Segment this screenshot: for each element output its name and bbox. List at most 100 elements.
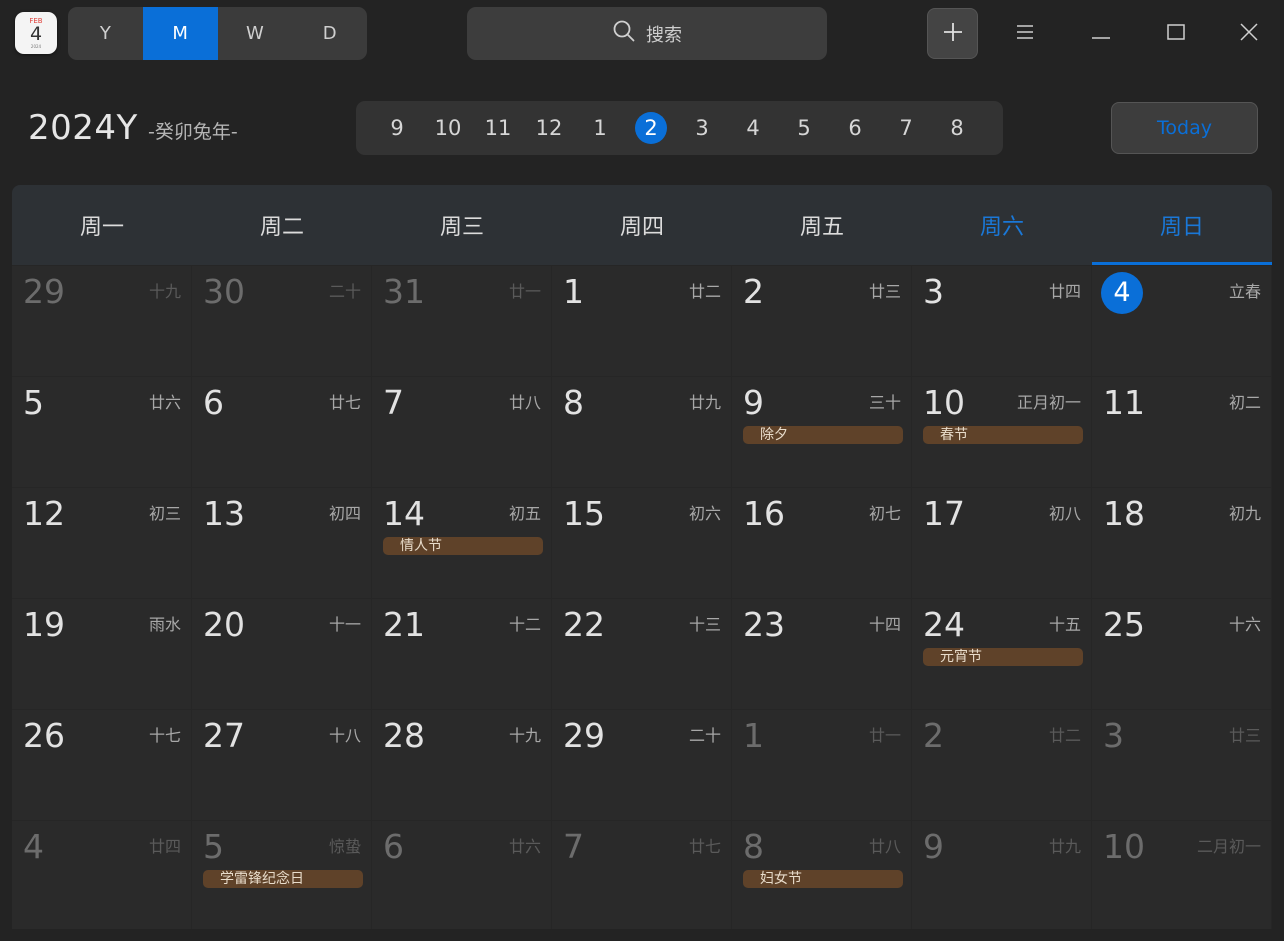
day-cell[interactable]: 29 二十 xyxy=(552,710,731,820)
search-icon xyxy=(612,19,636,48)
day-cell[interactable]: 9 廿九 xyxy=(912,821,1091,929)
lunar-date: 初九 xyxy=(1228,504,1261,523)
close-icon xyxy=(1240,23,1258,45)
month-item-4[interactable]: 4 xyxy=(737,112,769,144)
day-cell[interactable]: 30 二十 xyxy=(192,266,371,376)
day-cell[interactable]: 3 廿四 xyxy=(912,266,1091,376)
day-cell[interactable]: 10 二月初一 xyxy=(1092,821,1271,929)
day-cell[interactable]: 13 初四 xyxy=(192,488,371,598)
month-item-2[interactable]: 2 xyxy=(635,112,667,144)
day-number: 21 xyxy=(383,605,425,644)
day-cell[interactable]: 19 雨水 xyxy=(12,599,191,709)
lunar-date: 二十 xyxy=(688,726,721,745)
view-button-m[interactable]: M xyxy=(142,7,218,60)
calendar-app-icon: FEB 4 2024 xyxy=(15,12,57,54)
month-item-10[interactable]: 10 xyxy=(432,112,464,144)
today-button[interactable]: Today xyxy=(1111,102,1258,154)
month-calendar-grid: 周一 周二 周三 周四 周五 周六 周日 29 十九 30 二十 31 廿一 1 廿二 2 廿三 3 廿四 4 立春 5… xyxy=(12,185,1272,929)
day-cell[interactable]: 7 廿七 xyxy=(552,821,731,929)
day-cell[interactable]: 22 十三 xyxy=(552,599,731,709)
day-cell[interactable]: 11 初二 xyxy=(1092,377,1271,487)
month-item-8[interactable]: 8 xyxy=(941,112,973,144)
day-cell[interactable]: 21 十二 xyxy=(372,599,551,709)
day-cell[interactable]: 9 三十 除夕 xyxy=(732,377,911,487)
day-cell[interactable]: 16 初七 xyxy=(732,488,911,598)
day-cell[interactable]: 31 廿一 xyxy=(372,266,551,376)
day-cell[interactable]: 14 初五情人节 xyxy=(372,488,551,598)
day-cell[interactable]: 15 初六 xyxy=(552,488,731,598)
day-cell[interactable]: 5 廿六 xyxy=(12,377,191,487)
day-cell[interactable]: 2 廿二 xyxy=(912,710,1091,820)
day-cell[interactable]: 4 廿四 xyxy=(12,821,191,929)
lunar-date: 廿一 xyxy=(868,726,901,745)
festival-event[interactable]: 妇女节 xyxy=(743,870,903,888)
day-cell[interactable]: 17 初八 xyxy=(912,488,1091,598)
day-cell[interactable]: 25 十六 xyxy=(1092,599,1271,709)
month-item-12[interactable]: 12 xyxy=(533,112,565,144)
day-cell[interactable]: 8 廿九 xyxy=(552,377,731,487)
day-cell[interactable]: 8 廿八 妇女节 xyxy=(732,821,911,929)
day-cell[interactable]: 1 廿一 xyxy=(732,710,911,820)
day-cell[interactable]: 26 十七 xyxy=(12,710,191,820)
menu-button[interactable] xyxy=(1005,14,1045,54)
day-cell[interactable]: 4 立春 xyxy=(1092,266,1271,376)
lunar-date: 初五 xyxy=(508,504,541,523)
search-box[interactable]: 搜索 xyxy=(467,7,827,60)
view-button-w[interactable]: W xyxy=(218,7,293,60)
day-cell[interactable]: 6 廿六 xyxy=(372,821,551,929)
festival-event[interactable]: 学雷锋纪念日 xyxy=(203,870,363,888)
maximize-button[interactable] xyxy=(1156,14,1196,54)
lunar-date: 初二 xyxy=(1228,393,1261,412)
add-event-button[interactable] xyxy=(927,8,978,59)
day-number: 13 xyxy=(203,494,245,533)
month-item-5[interactable]: 5 xyxy=(788,112,820,144)
day-number: 29 xyxy=(563,716,605,755)
close-button[interactable] xyxy=(1229,14,1269,54)
day-number: 30 xyxy=(203,272,245,311)
day-cell[interactable]: 1 廿二 xyxy=(552,266,731,376)
month-item-1[interactable]: 1 xyxy=(584,112,616,144)
day-cell[interactable]: 23 十四 xyxy=(732,599,911,709)
weekday-header: 周一 周二 周三 周四 周五 周六 周日 xyxy=(12,185,1272,265)
lunar-date: 初四 xyxy=(328,504,361,523)
app-icon-day: 4 xyxy=(29,23,43,45)
day-number: 12 xyxy=(23,494,65,533)
day-cell[interactable]: 27 十八 xyxy=(192,710,371,820)
day-cell[interactable]: 3 廿三 xyxy=(1092,710,1271,820)
day-cell[interactable]: 12 初三 xyxy=(12,488,191,598)
maximize-icon xyxy=(1167,24,1185,44)
weekday-label: 周四 xyxy=(619,215,664,240)
minimize-button[interactable] xyxy=(1081,14,1121,54)
lunar-date: 十九 xyxy=(508,726,541,745)
day-cell[interactable]: 2 廿三 xyxy=(732,266,911,376)
lunar-date: 廿八 xyxy=(868,837,901,856)
lunar-date: 廿七 xyxy=(328,393,361,412)
month-item-11[interactable]: 11 xyxy=(482,112,514,144)
lunar-date: 二月初一 xyxy=(1196,837,1261,856)
day-cell[interactable]: 5 惊蛰 学雷锋纪念日 xyxy=(192,821,371,929)
view-button-d[interactable]: D xyxy=(292,7,367,60)
festival-event[interactable]: 春节 xyxy=(923,426,1083,444)
day-cell[interactable]: 10 正月初一 春节 xyxy=(912,377,1091,487)
festival-event[interactable]: 除夕 xyxy=(743,426,903,444)
day-cell[interactable]: 24 十五 元宵节 xyxy=(912,599,1091,709)
view-button-y[interactable]: Y xyxy=(68,7,143,60)
festival-event[interactable]: 情人节 xyxy=(383,537,543,555)
weekday-label: 周日 xyxy=(1159,215,1204,240)
month-item-6[interactable]: 6 xyxy=(839,112,871,144)
day-cell[interactable]: 29 十九 xyxy=(12,266,191,376)
festival-event[interactable]: 元宵节 xyxy=(923,648,1083,666)
month-item-3[interactable]: 3 xyxy=(686,112,718,144)
day-cell[interactable]: 6 廿七 xyxy=(192,377,371,487)
month-item-7[interactable]: 7 xyxy=(890,112,922,144)
weekday-label: 周六 xyxy=(979,215,1024,240)
day-cell[interactable]: 18 初九 xyxy=(1092,488,1271,598)
lunar-date: 廿九 xyxy=(688,393,721,412)
day-cell[interactable]: 20 十一 xyxy=(192,599,371,709)
day-cell[interactable]: 28 十九 xyxy=(372,710,551,820)
day-cell[interactable]: 7 廿八 xyxy=(372,377,551,487)
day-number: 3 xyxy=(923,272,944,311)
day-number: 14 xyxy=(383,494,425,533)
lunar-date: 十一 xyxy=(328,615,361,634)
month-item-9[interactable]: 9 xyxy=(381,112,413,144)
